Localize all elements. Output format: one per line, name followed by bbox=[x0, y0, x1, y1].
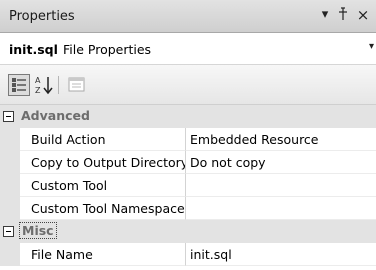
property-row-build-action[interactable]: Build Action Embedded Resource bbox=[0, 128, 376, 151]
property-label: Custom Tool Namespace bbox=[31, 201, 185, 216]
svg-text:A: A bbox=[35, 76, 41, 85]
row-gutter bbox=[0, 174, 20, 197]
property-value[interactable]: Embedded Resource bbox=[190, 132, 319, 147]
property-value[interactable]: Do not copy bbox=[190, 155, 266, 170]
property-label: Copy to Output Directory bbox=[31, 155, 186, 170]
category-label: Advanced bbox=[21, 108, 90, 123]
property-row-file-name[interactable]: File Name init.sql bbox=[0, 243, 376, 266]
property-value[interactable]: init.sql bbox=[190, 247, 232, 262]
toolbar-separator bbox=[58, 76, 59, 94]
window-menu-dropdown-icon[interactable]: ▾ bbox=[318, 7, 332, 23]
property-row-custom-tool-namespace[interactable]: Custom Tool Namespace bbox=[0, 197, 376, 220]
collapse-icon[interactable] bbox=[3, 111, 14, 122]
pin-icon[interactable] bbox=[336, 7, 350, 26]
category-row-advanced[interactable]: Advanced bbox=[0, 105, 376, 128]
object-selector-dropdown-icon[interactable]: ▾ bbox=[369, 41, 374, 52]
property-grid: Advanced Build Action Embedded Resource … bbox=[0, 105, 376, 270]
property-label: Build Action bbox=[31, 132, 106, 147]
svg-text:Z: Z bbox=[35, 86, 41, 95]
property-label: Custom Tool bbox=[31, 178, 108, 193]
alphabetical-icon[interactable]: A Z bbox=[33, 74, 55, 96]
category-label: Misc bbox=[19, 222, 57, 239]
selected-object-type: File Properties bbox=[63, 42, 152, 57]
property-row-copy-to-output[interactable]: Copy to Output Directory Do not copy bbox=[0, 151, 376, 174]
category-row-misc[interactable]: Misc bbox=[0, 220, 376, 243]
selected-object-name: init.sql bbox=[9, 42, 58, 57]
object-selector[interactable]: init.sql File Properties ▾ bbox=[0, 33, 376, 65]
properties-toolbar: A Z bbox=[0, 65, 376, 105]
row-gutter bbox=[0, 197, 20, 220]
row-gutter bbox=[0, 151, 20, 174]
properties-title-bar: Properties ▾ × bbox=[0, 0, 376, 33]
collapse-icon[interactable] bbox=[3, 226, 14, 237]
row-gutter bbox=[0, 128, 20, 151]
row-gutter bbox=[0, 243, 20, 266]
window-title: Properties bbox=[9, 9, 75, 24]
property-label: File Name bbox=[31, 247, 93, 262]
close-icon[interactable]: × bbox=[356, 7, 370, 23]
categorized-icon[interactable] bbox=[8, 74, 30, 96]
property-row-custom-tool[interactable]: Custom Tool bbox=[0, 174, 376, 197]
property-pages-icon[interactable] bbox=[66, 74, 88, 96]
